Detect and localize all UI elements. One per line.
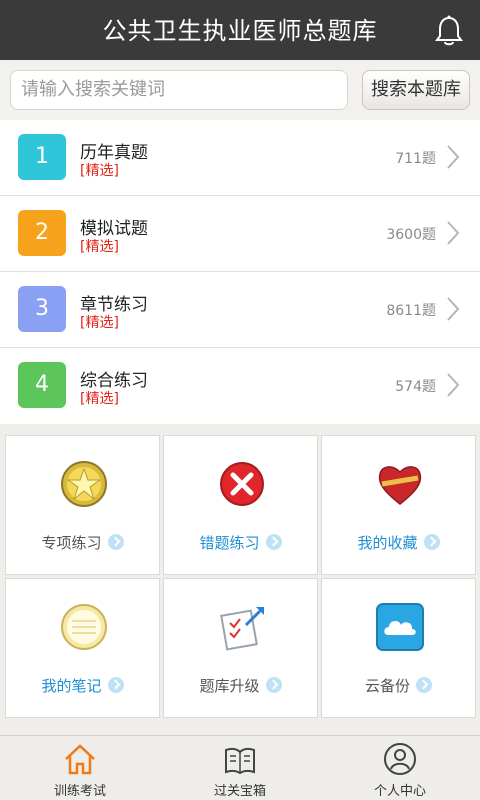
- search-button[interactable]: 搜索本题库: [362, 70, 470, 110]
- tab-treasure-box[interactable]: 过关宝箱: [160, 736, 320, 800]
- feature-label: 错题练习: [164, 532, 317, 553]
- item-number-badge: 2: [18, 210, 66, 256]
- feature-special-practice[interactable]: 专项练习: [5, 435, 160, 575]
- bottom-tab-bar: 训练考试 过关宝箱 个人中心: [0, 735, 480, 800]
- arrow-right-icon: [423, 534, 440, 550]
- feature-notes[interactable]: 我的笔记: [5, 578, 160, 718]
- item-count: 711题: [395, 151, 436, 167]
- star-badge-icon: [61, 461, 107, 507]
- item-count: 8611题: [386, 303, 436, 319]
- user-icon: [384, 743, 416, 775]
- chevron-right-icon: [447, 221, 460, 245]
- feature-label: 我的笔记: [6, 675, 159, 696]
- feature-grid: 专项练习 错题练习 我的收藏 我的笔记 题库升级 云备份: [0, 428, 480, 720]
- bell-icon[interactable]: [432, 14, 466, 48]
- feature-label: 题库升级: [164, 675, 317, 696]
- arrow-right-icon: [265, 677, 282, 693]
- tab-label: 训练考试: [53, 784, 106, 799]
- chevron-right-icon: [447, 145, 460, 169]
- item-number-badge: 1: [18, 134, 66, 180]
- cloud-icon: [376, 603, 424, 651]
- page-title: 公共卫生执业医师总题库: [102, 17, 378, 45]
- item-count: 3600题: [386, 227, 436, 243]
- arrow-right-icon: [107, 677, 124, 693]
- item-tag: [精选]: [80, 391, 119, 407]
- arrow-right-icon: [107, 534, 124, 550]
- feature-label: 我的收藏: [322, 532, 475, 553]
- book-icon: [225, 747, 255, 775]
- item-count: 574题: [395, 379, 436, 395]
- heart-icon: [378, 466, 422, 505]
- feature-upgrade[interactable]: 题库升级: [163, 578, 318, 718]
- upgrade-checklist-icon: [220, 607, 264, 651]
- feature-label: 云备份: [322, 675, 475, 696]
- item-tag: [精选]: [80, 315, 119, 331]
- feature-label: 专项练习: [6, 532, 159, 553]
- tab-training-exam[interactable]: 训练考试: [0, 736, 160, 800]
- item-tag: [精选]: [80, 163, 119, 179]
- list-item-history[interactable]: 1 历年真题 [精选] 711题: [0, 120, 480, 196]
- arrow-right-icon: [265, 534, 282, 550]
- chevron-right-icon: [447, 297, 460, 321]
- arrow-right-icon: [416, 677, 432, 693]
- list-item-comprehensive[interactable]: 4 综合练习 [精选] 574题: [0, 348, 480, 424]
- search-input[interactable]: 请输入搜索关键词: [10, 70, 348, 110]
- category-list: 1 历年真题 [精选] 711题 2 模拟试题 [精选] 3600题 3 章节练…: [0, 120, 480, 424]
- tab-personal-center[interactable]: 个人中心: [320, 736, 480, 800]
- notepad-icon: [61, 604, 107, 650]
- chevron-right-icon: [447, 373, 460, 397]
- tab-label: 个人中心: [373, 784, 426, 799]
- app-header: 公共卫生执业医师总题库: [0, 0, 480, 60]
- search-bar: 请输入搜索关键词 搜索本题库: [0, 60, 480, 120]
- feature-cloud-backup[interactable]: 云备份: [321, 578, 476, 718]
- list-item-chapter[interactable]: 3 章节练习 [精选] 8611题: [0, 272, 480, 348]
- item-number-badge: 3: [18, 286, 66, 332]
- item-tag: [精选]: [80, 239, 119, 255]
- tab-label: 过关宝箱: [213, 784, 266, 799]
- feature-favorites[interactable]: 我的收藏: [321, 435, 476, 575]
- list-item-mock[interactable]: 2 模拟试题 [精选] 3600题: [0, 196, 480, 272]
- home-icon: [65, 744, 95, 775]
- feature-wrong-practice[interactable]: 错题练习: [163, 435, 318, 575]
- item-number-badge: 4: [18, 362, 66, 408]
- error-x-icon: [220, 462, 264, 506]
